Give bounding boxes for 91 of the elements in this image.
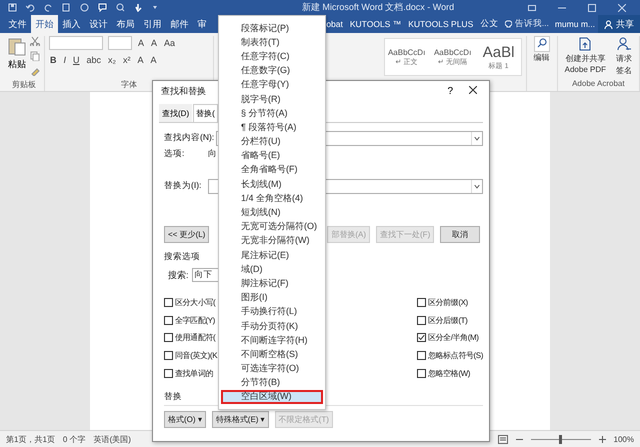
menu-item[interactable]: 空白区域(W) — [221, 390, 323, 404]
user-name[interactable]: mumu m... — [552, 15, 598, 33]
style-sample: AaBbCcDı — [388, 48, 426, 56]
menu-item[interactable]: 短划线(N) — [221, 205, 323, 220]
status-text: 0 个字 — [62, 434, 86, 444]
menu-item[interactable]: 任意字符(C) — [221, 49, 323, 64]
menu-item[interactable]: 分节符(B) — [221, 376, 323, 390]
section-label: 搜索选项 — [164, 251, 200, 263]
dialog-tab[interactable]: 替换( — [193, 104, 218, 122]
checkbox-label: 区分全/半角(M) — [428, 332, 479, 344]
menu-item[interactable]: 不间断空格(S) — [221, 347, 323, 362]
menu-item[interactable]: § 分节符(A) — [221, 106, 323, 120]
field-label: 替换为(I): — [164, 180, 202, 192]
checkbox-label: 使用通配符( — [175, 332, 216, 344]
format-tool[interactable]: x² — [122, 55, 132, 65]
field-label: 查找内容(N): — [164, 132, 216, 144]
menu-item[interactable]: 尾注标记(E) — [221, 248, 323, 262]
format-tool[interactable]: A — [150, 38, 158, 48]
ribbon-tab[interactable]: KUTOOLS PLUS — [404, 15, 477, 33]
menu-item[interactable]: 分栏符(U) — [221, 134, 323, 149]
group-label: 字体 — [121, 79, 137, 91]
dialog-button[interactable]: 取消 — [440, 226, 480, 243]
menu-item[interactable]: 任意字母(Y) — [221, 78, 323, 92]
status-text: 英语(美国) — [94, 434, 131, 444]
menu-item[interactable]: 可选连字符(O) — [221, 362, 323, 376]
acrobat-button[interactable]: 创建并共享 Adobe PDF — [562, 36, 609, 79]
menu-item[interactable]: 任意数字(G) — [221, 64, 323, 78]
menu-item[interactable]: 无宽可选分隔符(O) — [221, 220, 323, 234]
menu-item[interactable]: ¶ 段落符号(A) — [221, 120, 323, 134]
paste-button[interactable]: 粘贴 — [8, 36, 26, 79]
ribbon-tab[interactable]: 插入 — [58, 15, 85, 33]
style-sample: AaBl — [482, 44, 514, 60]
menu-item[interactable]: 制表符(T) — [221, 35, 323, 50]
options-value: 向 — [208, 148, 217, 160]
ribbon-tab[interactable]: 布局 — [112, 15, 139, 33]
menu-item[interactable]: 手动分页符(K) — [221, 318, 323, 334]
format-tool[interactable]: A — [150, 55, 158, 65]
menu-item[interactable]: 手动换行符(L) — [221, 304, 323, 319]
format-tool[interactable]: I — [62, 55, 68, 65]
checkbox-label: 同音(英文)(K — [175, 350, 218, 362]
menu-item[interactable]: 全角省略号(F) — [221, 162, 323, 178]
share-button[interactable]: 共享 — [598, 15, 640, 33]
menu-item[interactable]: 脱字号(R) — [221, 92, 323, 106]
status-text: 第1页，共1页 — [6, 434, 55, 444]
group-label: 剪贴板 — [12, 79, 36, 91]
format-tool[interactable]: Aa — [163, 38, 176, 48]
ribbon-tab[interactable]: KUTOOLS ™ — [346, 15, 405, 33]
window-title: 新建 Microsoft Word 文档.docx - Word — [300, 1, 456, 14]
ribbon-tab[interactable]: 邮件 — [166, 15, 193, 33]
checkbox-label: 查找单词的 — [175, 368, 214, 380]
field-label: 搜索: — [168, 268, 189, 282]
menu-item[interactable]: 段落标记(P) — [221, 21, 323, 36]
section-label: 替换 — [164, 391, 182, 403]
ribbon-tab[interactable]: 文件 — [4, 15, 31, 33]
menu-item[interactable]: 长划线(M) — [221, 177, 323, 192]
menu-item[interactable]: 1/4 全角空格(4) — [221, 191, 323, 206]
format-tool[interactable]: B — [49, 55, 58, 65]
format-tool[interactable]: abc — [86, 55, 102, 65]
checkbox-label: 忽略空格(W) — [428, 368, 470, 380]
menu-item[interactable]: 图形(I) — [221, 290, 323, 305]
field-label: 选项: — [164, 148, 186, 160]
ribbon-tab[interactable]: 审 — [193, 15, 211, 33]
dialog-title: 查找和替换 — [161, 85, 206, 98]
dialog-button[interactable]: 格式(O) ▾ — [164, 411, 206, 428]
checkbox-label: 区分大小写( — [175, 296, 216, 308]
ribbon-tab[interactable]: 设计 — [85, 15, 112, 33]
format-tool[interactable]: A — [136, 55, 145, 65]
format-tool[interactable]: x₂ — [107, 55, 118, 65]
acrobat-button[interactable]: 请求 签名 — [613, 36, 635, 79]
checkbox-label: 区分前缀(X) — [428, 296, 468, 308]
help-button[interactable]: ? — [441, 86, 459, 97]
menu-item[interactable]: 无宽非分隔符(W) — [221, 234, 323, 248]
dialog-tab[interactable]: 查找(D) — [159, 104, 192, 122]
checkbox-label: 忽略标点符号(S) — [428, 350, 483, 362]
dialog-button[interactable]: 特殊格式(E) ▾ — [212, 411, 269, 428]
checkbox-label: 全字匹配(Y) — [175, 314, 215, 326]
menu-item[interactable]: 省略号(E) — [221, 148, 323, 163]
format-tool[interactable]: U — [72, 55, 81, 65]
menu-item[interactable]: 不间断连字符(H) — [221, 333, 323, 348]
ribbon-tab[interactable]: obat — [322, 15, 346, 33]
editing-button[interactable]: 编辑 — [530, 36, 553, 91]
tell-me-field[interactable]: 告诉我... — [514, 18, 549, 30]
zoom-percent: 100% — [614, 434, 634, 444]
format-tool[interactable]: A — [137, 38, 146, 48]
ribbon-tab[interactable]: 开始 — [31, 15, 58, 33]
style-sample: AaBbCcDı — [434, 48, 472, 56]
group-label: Adobe Acrobat — [572, 79, 625, 90]
ribbon-tab[interactable]: 公文 — [476, 15, 502, 33]
ribbon-tab[interactable]: 引用 — [139, 15, 166, 33]
checkbox-label: 区分后缀(T) — [428, 314, 468, 326]
less-button[interactable]: << 更少(L) — [164, 226, 210, 243]
